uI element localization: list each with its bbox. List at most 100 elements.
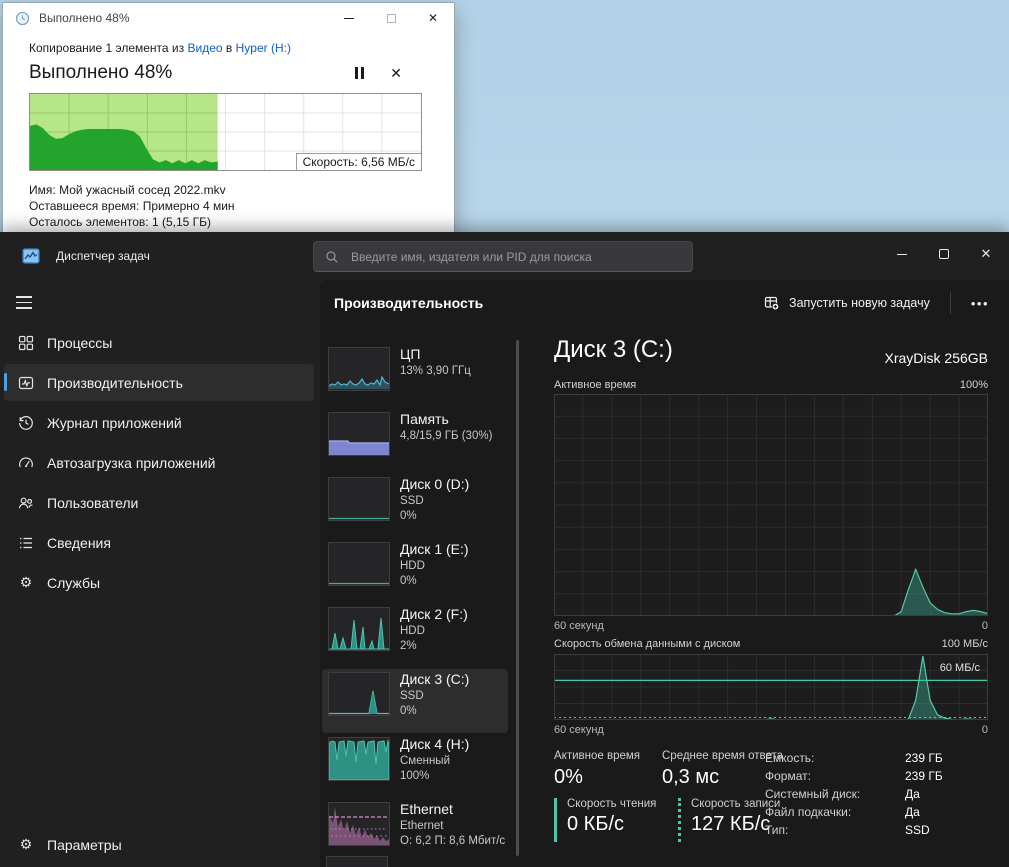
- read-speed-label: Скорость чтения: [567, 798, 657, 810]
- processes-icon: [18, 335, 34, 351]
- sidebar-item-services[interactable]: ⚙ Службы: [4, 564, 314, 601]
- disk2-thumbnail-graph: [328, 607, 390, 651]
- users-icon: [18, 495, 34, 511]
- capacity-value: 239 ГБ: [905, 751, 943, 765]
- sidebar-label: Процессы: [47, 334, 113, 351]
- detail-title: Диск 3 (C:): [554, 336, 673, 363]
- copy-speed-chart: Скорость: 6,56 МБ/с: [29, 93, 422, 171]
- disk3-thumbnail-graph: [328, 672, 390, 716]
- active-time-stat-label: Активное время: [554, 750, 641, 762]
- copy-destination-link[interactable]: Hyper (H:): [236, 41, 291, 55]
- chart1-x-right: 0: [981, 620, 988, 632]
- page-file-value: Да: [905, 805, 920, 819]
- actions-divider: [949, 292, 951, 314]
- dialog-close-button[interactable]: ✕: [412, 3, 454, 33]
- dialog-minimize-button[interactable]: [328, 3, 370, 33]
- cancel-copy-icon[interactable]: ✕: [390, 65, 402, 82]
- chart2-x-axis: 60 секунд 0: [554, 724, 988, 736]
- copy-file-name-row: Имя: Мой ужасный сосед 2022.mkv: [29, 183, 226, 197]
- perf-item-memory[interactable]: Память 4,8/15,9 ГБ (30%): [322, 409, 508, 473]
- perf-item-disk1[interactable]: Диск 1 (E:) HDD 0%: [322, 539, 508, 603]
- speedometer-icon: [18, 455, 34, 471]
- chart2-x-right: 0: [981, 724, 988, 736]
- sidebar-item-details[interactable]: Сведения: [4, 524, 314, 561]
- chart2-reference-label: 60 МБ/с: [939, 662, 980, 674]
- chart1-x-left: 60 секунд: [554, 620, 604, 632]
- window-close-button[interactable]: ✕: [965, 234, 1007, 274]
- copy-details: Имя: Мой ужасный сосед 2022.mkv Оставшее…: [29, 182, 454, 230]
- copy-status-prefix: Копирование 1 элемента из: [29, 41, 185, 55]
- run-new-task-button[interactable]: Запустить новую задачу: [754, 289, 940, 317]
- sidebar-label: Пользователи: [47, 494, 139, 511]
- chart2-label: Скорость обмена данными с диском: [554, 638, 741, 650]
- pause-icon[interactable]: [355, 67, 365, 79]
- copy-time-remaining-row: Оставшееся время: Примерно 4 мин: [29, 199, 235, 213]
- window-maximize-button[interactable]: [923, 234, 965, 274]
- next-perf-item-partial[interactable]: [326, 856, 388, 867]
- copy-progress-dialog: Выполнено 48% ✕ Копирование 1 элемента и…: [2, 2, 455, 242]
- window-minimize-button[interactable]: [881, 234, 923, 274]
- memory-thumbnail-graph: [328, 412, 390, 456]
- perf-item-disk2[interactable]: Диск 2 (F:) HDD 2%: [322, 604, 508, 668]
- sidebar-item-app-history[interactable]: Журнал приложений: [4, 404, 314, 441]
- response-time-stat-value: 0,3 мс: [662, 766, 720, 788]
- active-time-chart: [554, 394, 988, 616]
- perf-item-ethernet[interactable]: Ethernet Ethernet О: 6,2 П: 8,6 Мбит/с: [322, 799, 508, 863]
- active-time-stat-value: 0%: [554, 766, 583, 788]
- dialog-maximize-button: [370, 3, 412, 33]
- perf-item-cpu[interactable]: ЦП 13% 3,90 ГГц: [322, 344, 508, 408]
- perf-list-scrollbar[interactable]: [516, 340, 519, 856]
- perf-item-disk4[interactable]: Диск 4 (H:) Сменный 100%: [322, 734, 508, 798]
- formatted-value: 239 ГБ: [905, 769, 943, 783]
- page-title: Производительность: [334, 295, 484, 311]
- task-manager-window: Диспетчер задач ✕ Процессы Производитель…: [0, 232, 1009, 867]
- history-clock-icon: [18, 415, 34, 431]
- sidebar-label: Сведения: [47, 534, 111, 551]
- performance-panel: Производительность Запустить новую задач…: [320, 280, 1009, 867]
- sidebar-item-users[interactable]: Пользователи: [4, 484, 314, 521]
- sidebar-label: Журнал приложений: [47, 414, 182, 431]
- copy-source-link[interactable]: Видео: [187, 41, 222, 55]
- more-options-button[interactable]: •••: [961, 292, 999, 315]
- details-list-icon: [18, 535, 34, 551]
- services-gear-icon: ⚙: [19, 574, 33, 590]
- task-manager-title: Диспетчер задач: [56, 249, 150, 263]
- chart1-label: Активное время: [554, 379, 637, 391]
- copy-items-remaining-row: Осталось элементов: 1 (5,15 ГБ): [29, 215, 212, 229]
- disk0-thumbnail-graph: [328, 477, 390, 521]
- performance-icon: [18, 375, 34, 391]
- system-disk-value: Да: [905, 787, 920, 801]
- perf-item-disk0[interactable]: Диск 0 (D:) SSD 0%: [322, 474, 508, 538]
- page-file-label: Файл подкачки:: [765, 805, 852, 819]
- copy-status-line: Копирование 1 элемента из Видео в Hyper …: [29, 41, 454, 55]
- system-disk-label: Системный диск:: [765, 787, 861, 801]
- read-speed-value: 0 КБ/с: [567, 813, 625, 835]
- copy-dialog-title: Выполнено 48%: [39, 11, 130, 25]
- sidebar-item-processes[interactable]: Процессы: [4, 324, 314, 361]
- copy-speed-label: Скорость: 6,56 МБ/с: [295, 153, 421, 170]
- desktop: { "copy_dialog": { "title": "Выполнено 4…: [0, 0, 1009, 867]
- sidebar-label: Параметры: [47, 836, 122, 853]
- chart2-max-label: 100 МБ/с: [941, 638, 988, 650]
- sidebar-item-settings[interactable]: ⚙ Параметры: [4, 826, 314, 863]
- disk-type-label: Тип:: [765, 823, 789, 837]
- perf-item-disk3-selected[interactable]: Диск 3 (C:) SSD 0%: [322, 669, 508, 733]
- formatted-label: Формат:: [765, 769, 811, 783]
- chart2-x-left: 60 секунд: [554, 724, 604, 736]
- search-input[interactable]: [349, 248, 681, 265]
- settings-gear-icon: ⚙: [19, 836, 33, 852]
- search-icon: [326, 250, 338, 263]
- navigation-menu-icon[interactable]: [16, 292, 32, 313]
- sidebar-item-performance[interactable]: Производительность: [4, 364, 314, 401]
- active-time-chart-header: Активное время 100%: [554, 379, 988, 391]
- disk1-thumbnail-graph: [328, 542, 390, 586]
- copy-status-middle: в: [225, 41, 233, 55]
- search-box[interactable]: [313, 241, 693, 272]
- sidebar-label: Службы: [47, 574, 101, 591]
- sidebar-item-startup-apps[interactable]: Автозагрузка приложений: [4, 444, 314, 481]
- copy-dialog-titlebar: Выполнено 48% ✕: [3, 3, 454, 33]
- read-speed-block: Скорость чтения 0 КБ/с: [554, 798, 656, 842]
- ethernet-thumbnail-graph: [328, 802, 390, 846]
- file-operation-clock-icon: [15, 11, 30, 25]
- chart1-max-label: 100%: [959, 379, 988, 391]
